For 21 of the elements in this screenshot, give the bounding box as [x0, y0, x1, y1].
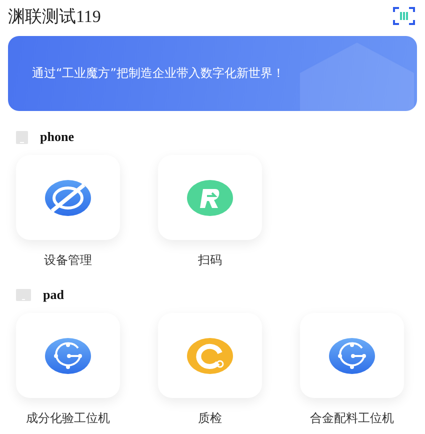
network-g-icon — [44, 336, 92, 374]
tablet-icon — [16, 289, 31, 301]
q-circle-icon — [186, 336, 234, 374]
app-tile[interactable] — [16, 155, 120, 240]
app-label: 设备管理 — [44, 252, 92, 269]
scan-icon[interactable] — [393, 7, 415, 25]
app-title: 渊联测试119 — [8, 6, 101, 28]
app-tile[interactable] — [16, 313, 120, 398]
app-label: 成分化验工位机 — [26, 410, 110, 427]
crossed-circle-icon — [44, 178, 92, 216]
network-g-icon — [328, 336, 376, 374]
section-title: pad — [43, 287, 64, 303]
phone-icon — [16, 130, 28, 144]
app-label: 扫码 — [198, 252, 222, 269]
app-tile[interactable] — [300, 313, 404, 398]
banner-text: 通过“工业魔方”把制造企业带入数字化新世界！ — [32, 65, 284, 82]
app-label: 质检 — [198, 410, 222, 427]
app-label: 合金配料工位机 — [310, 410, 394, 427]
section-title: phone — [40, 129, 74, 145]
app-tile[interactable] — [158, 313, 262, 398]
app-tile[interactable] — [158, 155, 262, 240]
